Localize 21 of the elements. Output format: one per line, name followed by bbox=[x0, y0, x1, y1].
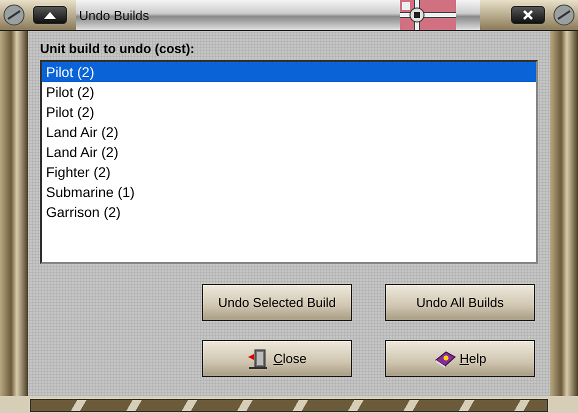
dialog-button[interactable]: Close bbox=[202, 340, 352, 377]
list-item[interactable]: Pilot (2) bbox=[42, 62, 536, 82]
list-item[interactable]: Submarine (1) bbox=[42, 182, 536, 202]
list-item[interactable]: Fighter (2) bbox=[42, 162, 536, 182]
dialog-button[interactable]: Undo All Builds bbox=[385, 284, 535, 321]
screw-icon bbox=[553, 4, 575, 26]
list-item[interactable]: Pilot (2) bbox=[42, 82, 536, 102]
close-icon[interactable] bbox=[511, 6, 545, 24]
dialog-button[interactable]: Undo Selected Build bbox=[202, 284, 352, 321]
dialog-button[interactable]: Help bbox=[385, 340, 535, 377]
list-label: Unit build to undo (cost): bbox=[40, 41, 196, 56]
door-icon bbox=[247, 348, 270, 368]
list-item[interactable]: Land Air (2) bbox=[42, 142, 536, 162]
window-title: Undo Builds bbox=[79, 8, 150, 22]
list-item[interactable]: Pilot (2) bbox=[42, 102, 536, 122]
list-item[interactable]: Garrison (2) bbox=[42, 202, 536, 222]
list-item[interactable]: Land Air (2) bbox=[42, 122, 536, 142]
book-icon bbox=[434, 350, 456, 368]
screw-icon bbox=[3, 4, 25, 26]
up-arrow-icon bbox=[43, 10, 57, 20]
minimize-button[interactable] bbox=[33, 6, 67, 24]
